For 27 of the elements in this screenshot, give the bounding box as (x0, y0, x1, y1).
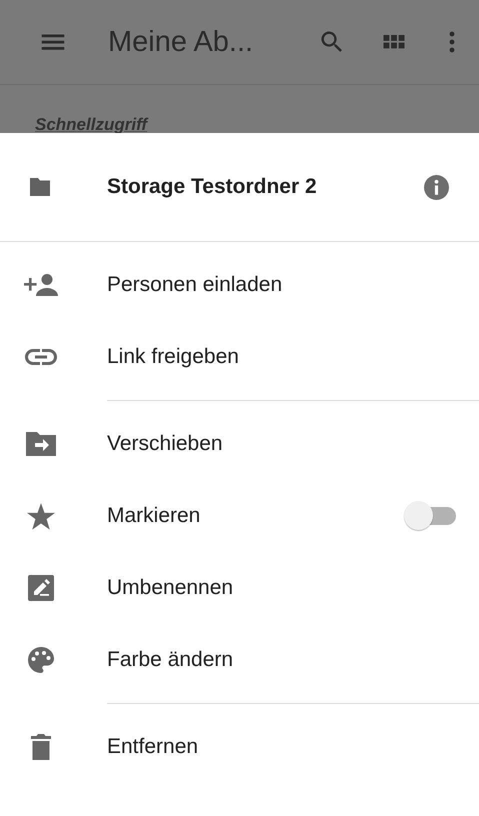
toggle-switch[interactable] (403, 500, 457, 532)
menu-item[interactable]: Umbenennen (0, 552, 479, 624)
item-label: Umbenennen (107, 576, 234, 600)
link-icon (25, 349, 57, 365)
menu-item[interactable]: Entfernen (0, 711, 479, 783)
item-label: Personen einladen (107, 273, 284, 297)
menu-item[interactable]: Verschieben (0, 408, 479, 480)
folder-title: Storage Testordner 2 (107, 175, 318, 199)
menu-item[interactable]: Link freigeben (0, 321, 479, 393)
item-label: Entfernen (107, 735, 200, 759)
folder-move-icon (26, 432, 56, 456)
palette-icon (27, 646, 55, 674)
info-icon[interactable] (424, 174, 449, 200)
more-icon[interactable] (448, 29, 456, 55)
item-label: Link freigeben (107, 345, 240, 369)
menu-item[interactable]: Farbe ändern (0, 624, 479, 696)
menu-item[interactable]: Personen einladen (0, 249, 479, 321)
edit-icon (28, 575, 54, 601)
item-label: Markieren (107, 504, 202, 528)
section-label: Schnellzugriff (35, 115, 148, 135)
person-add-icon (24, 274, 58, 296)
trash-icon (31, 734, 51, 760)
item-label: Farbe ändern (107, 648, 234, 672)
app-title: Meine Ab... (108, 26, 254, 58)
item-label: Verschieben (107, 432, 224, 456)
menu-item[interactable]: Markieren (0, 480, 479, 552)
star-icon (27, 502, 55, 530)
